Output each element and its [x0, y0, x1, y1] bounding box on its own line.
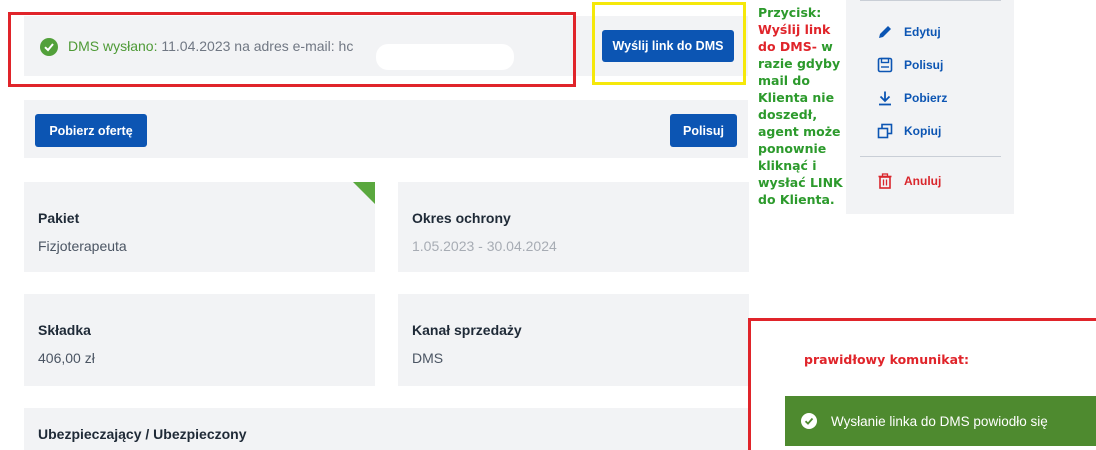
success-toast: Wysłanie linka do DMS powiodło się	[785, 396, 1096, 446]
actions-menu: Edytuj Polisuj Pobierz Kopiuj Anuluj	[846, 0, 1014, 214]
pencil-icon	[876, 23, 894, 41]
corner-flag-icon	[353, 182, 375, 204]
menu-divider	[860, 156, 1001, 157]
status-highlight-box	[8, 12, 576, 87]
card-value: 406,00 zł	[38, 350, 95, 366]
menu-item-polisuj[interactable]: Polisuj	[876, 55, 943, 75]
menu-item-anuluj[interactable]: Anuluj	[876, 171, 941, 191]
card-label: Ubezpieczający / Ubezpieczony	[38, 426, 247, 442]
menu-item-label: Anuluj	[904, 174, 942, 188]
card-skladka: Składka 406,00 zł	[24, 294, 375, 386]
card-value: DMS	[412, 350, 444, 366]
download-offer-button[interactable]: Pobierz ofertę	[35, 114, 147, 147]
card-kanal-sprzedazy: Kanał sprzedaży DMS	[398, 294, 749, 386]
menu-item-label: Pobierz	[904, 91, 948, 105]
card-okres-ochrony: Okres ochrony 1.05.2023 - 30.04.2024	[398, 182, 749, 272]
toast-message: Wysłanie linka do DMS powiodło się	[831, 413, 1048, 429]
correct-message-label: prawidłowy komunikat:	[804, 352, 969, 367]
polisuj-button[interactable]: Polisuj	[670, 114, 737, 147]
menu-divider	[860, 0, 1001, 1]
menu-item-label: Edytuj	[904, 25, 941, 39]
download-icon	[876, 89, 894, 107]
menu-item-kopiuj[interactable]: Kopiuj	[876, 121, 941, 141]
copy-icon	[876, 122, 894, 140]
card-ubezpieczajacy: Ubezpieczający / Ubezpieczony	[24, 408, 749, 450]
menu-item-label: Kopiuj	[904, 124, 942, 138]
trash-icon	[876, 172, 894, 190]
card-value: Fizjoterapeuta	[38, 238, 127, 254]
card-label: Składka	[38, 322, 91, 338]
menu-item-edytuj[interactable]: Edytuj	[876, 22, 941, 42]
card-pakiet: Pakiet Fizjoterapeuta	[24, 182, 375, 272]
button-annotation-note: Przycisk: Wyślij link do DMS- w razie gd…	[758, 5, 843, 207]
card-label: Okres ochrony	[412, 210, 511, 226]
check-circle-icon	[801, 413, 817, 429]
save-icon	[876, 56, 894, 74]
card-value: 1.05.2023 - 30.04.2024	[412, 238, 557, 254]
card-label: Pakiet	[38, 210, 80, 226]
card-label: Kanał sprzedaży	[412, 322, 522, 338]
menu-item-pobierz[interactable]: Pobierz	[876, 88, 947, 108]
menu-item-label: Polisuj	[904, 58, 944, 72]
button-highlight-box	[592, 2, 746, 85]
